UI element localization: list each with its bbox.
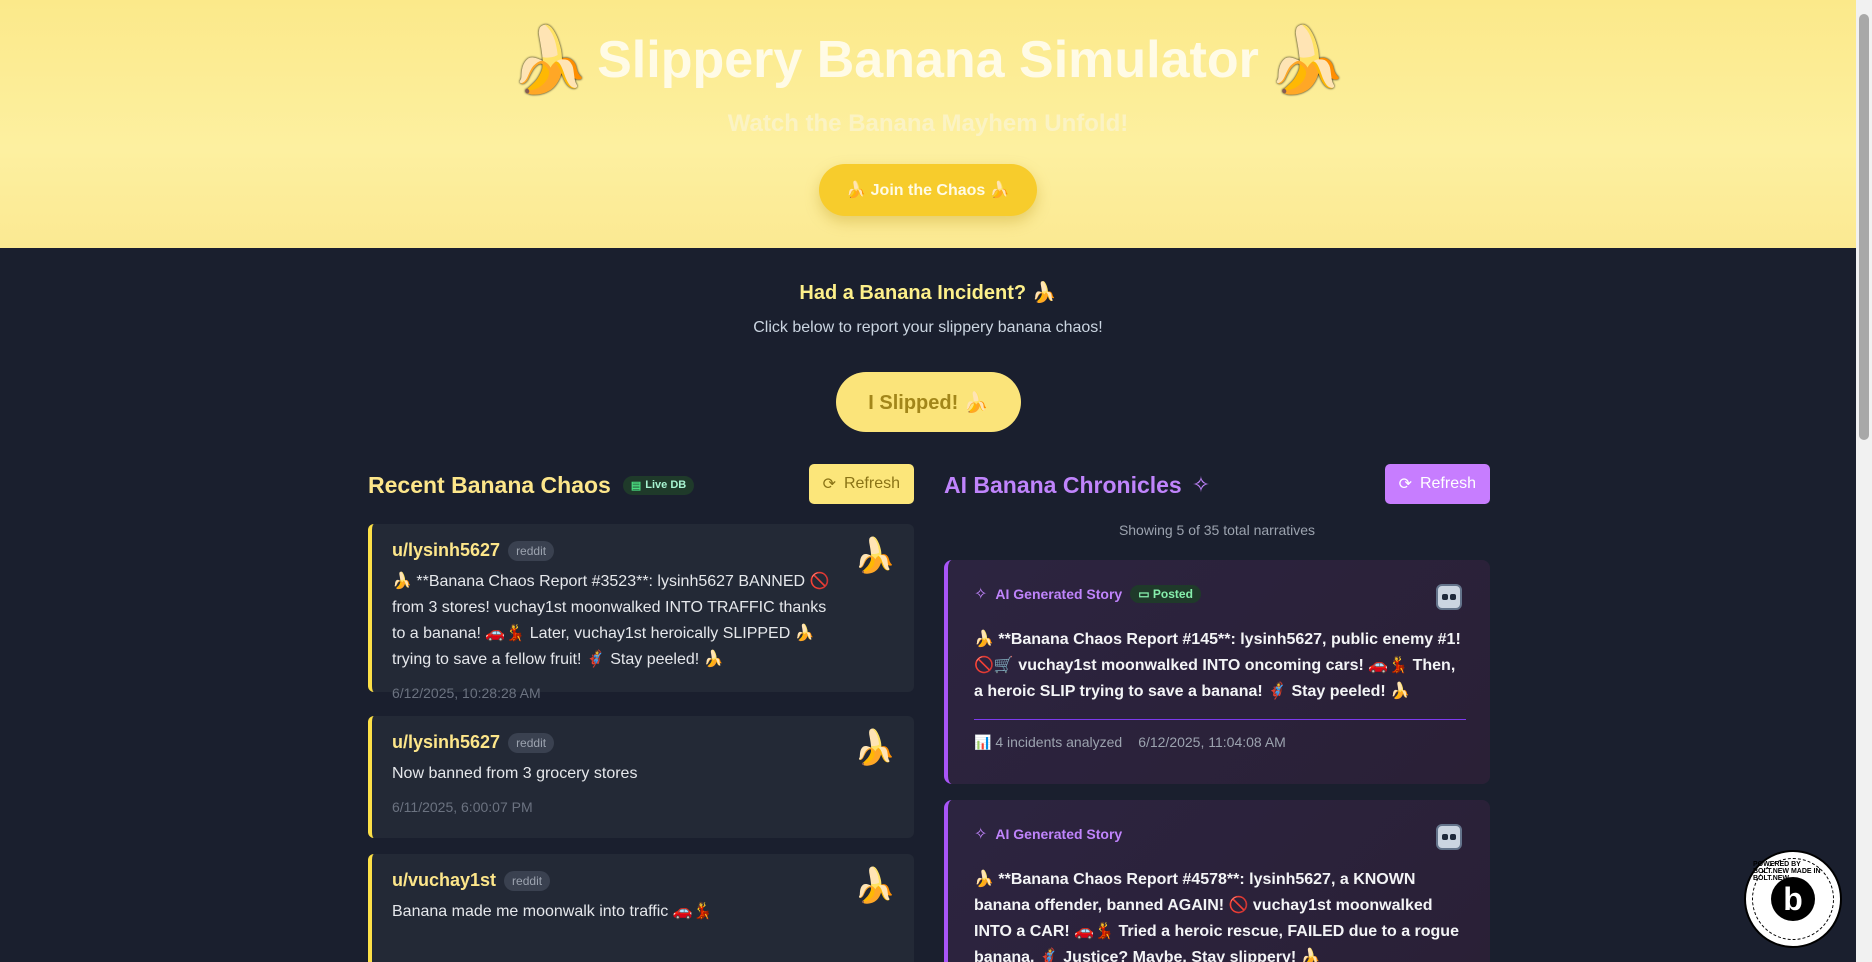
ai-story-text: 🍌 **Banana Chaos Report #4578**: lysinh5…: [974, 871, 1459, 962]
ai-story-timestamp: 6/12/2025, 11:04:08 AM: [1138, 734, 1286, 750]
card-text: Now banned from 3 grocery stores: [392, 765, 638, 782]
page-title: 🍌 Slippery Banana Simulator 🍌: [0, 28, 1856, 92]
robot-icon: [1436, 824, 1462, 850]
refresh-recent-button[interactable]: ⟳ Refresh: [808, 464, 914, 504]
ai-chronicles-header: AI Banana Chronicles ✧ ⟳ Refresh: [944, 464, 1490, 506]
bolt-logo-icon: b: [1771, 877, 1815, 921]
chaos-card: u/lysinh5627 reddit 🍌 Now banned from 3 …: [368, 716, 914, 838]
chaos-card: u/lysinh5627 reddit 🍌 🍌 **Banana Chaos R…: [368, 524, 914, 701]
title-text: Slippery Banana Simulator: [597, 31, 1259, 89]
i-slipped-button[interactable]: I Slipped! 🍌: [836, 372, 1021, 432]
ai-story-card: ✧ AI Generated Story ▭ Posted 🍌 **Banana…: [944, 560, 1490, 784]
card-timestamp: 6/11/2025, 6:00:07 PM: [392, 799, 533, 815]
recent-chaos-column: Recent Banana Chaos ▤ Live DB ⟳ Refresh …: [368, 464, 914, 962]
bolt-badge[interactable]: POWERED BY BOLT.NEW MADE IN BOLT.NEW b: [1744, 850, 1842, 948]
banana-icon: 🍌: [853, 866, 896, 906]
banana-icon: 🍌: [509, 24, 590, 96]
incident-subtitle: Click below to report your slippery bana…: [753, 319, 1103, 336]
source-badge: reddit: [508, 540, 555, 561]
join-chaos-button[interactable]: 🍌 Join the Chaos 🍌: [819, 164, 1037, 216]
refresh-icon: ⟳: [1398, 476, 1412, 493]
sparkle-icon: ✧: [1191, 472, 1211, 498]
username[interactable]: u/lysinh5627: [392, 540, 500, 561]
card-timestamp: 6/12/2025, 10:28:28 AM: [392, 685, 541, 701]
posted-label: Posted: [1152, 586, 1193, 601]
source-badge: reddit: [504, 870, 551, 891]
chaos-card: u/vuchay1st reddit 🍌 Banana made me moon…: [368, 854, 914, 962]
scrollbar-thumb[interactable]: [1859, 14, 1869, 440]
live-db-badge: ▤ Live DB: [622, 475, 695, 495]
ai-story-label: AI Generated Story: [995, 825, 1123, 842]
banana-icon: 🍌: [853, 536, 896, 576]
narratives-count: Showing 5 of 35 total narratives: [1118, 522, 1316, 538]
ai-story-card: ✧ AI Generated Story 🍌 **Banana Chaos Re…: [944, 800, 1490, 962]
posted-badge: ▭ Posted: [1130, 584, 1201, 603]
ai-chronicles-column: AI Banana Chronicles ✧ ⟳ Refresh Showing…: [944, 464, 1490, 962]
database-icon: ▤: [630, 479, 642, 492]
ai-story-text: 🍌 **Banana Chaos Report #145**: lysinh56…: [974, 631, 1461, 700]
recent-chaos-title: Recent Banana Chaos: [368, 471, 611, 498]
ai-story-label: AI Generated Story: [995, 585, 1123, 602]
refresh-label: Refresh: [843, 475, 900, 492]
username[interactable]: u/lysinh5627: [392, 732, 500, 753]
robot-icon: [1436, 584, 1462, 610]
page-scrollbar[interactable]: [1856, 0, 1872, 962]
live-db-label: Live DB: [645, 479, 687, 491]
recent-chaos-header: Recent Banana Chaos ▤ Live DB ⟳ Refresh: [368, 464, 914, 506]
card-text: Banana made me moonwalk into traffic 🚗💃: [392, 903, 713, 920]
source-badge: reddit: [508, 732, 555, 753]
banana-icon: 🍌: [1266, 24, 1347, 96]
sparkle-icon: ✧: [974, 824, 988, 843]
ai-chronicles-title: AI Banana Chronicles: [944, 471, 1182, 498]
banana-icon: 🍌: [853, 728, 896, 768]
username[interactable]: u/vuchay1st: [392, 870, 496, 891]
sparkle-icon: ✧: [974, 584, 988, 603]
chat-icon: ▭: [1138, 586, 1150, 601]
incident-section: Had a Banana Incident? 🍌 Click below to …: [0, 280, 1856, 337]
refresh-icon: ⟳: [822, 476, 836, 493]
incidents-analyzed: 📊 4 incidents analyzed: [974, 734, 1123, 750]
refresh-ai-button[interactable]: ⟳ Refresh: [1384, 464, 1490, 504]
hero-subtitle: Watch the Banana Mayhem Unfold!: [727, 110, 1129, 137]
hero-banner: 🍌 Slippery Banana Simulator 🍌 Watch the …: [0, 0, 1856, 248]
divider: [974, 719, 1466, 720]
refresh-label: Refresh: [1419, 475, 1476, 492]
incident-title: Had a Banana Incident? 🍌: [799, 282, 1057, 304]
card-text: 🍌 **Banana Chaos Report #3523**: lysinh5…: [392, 573, 830, 668]
